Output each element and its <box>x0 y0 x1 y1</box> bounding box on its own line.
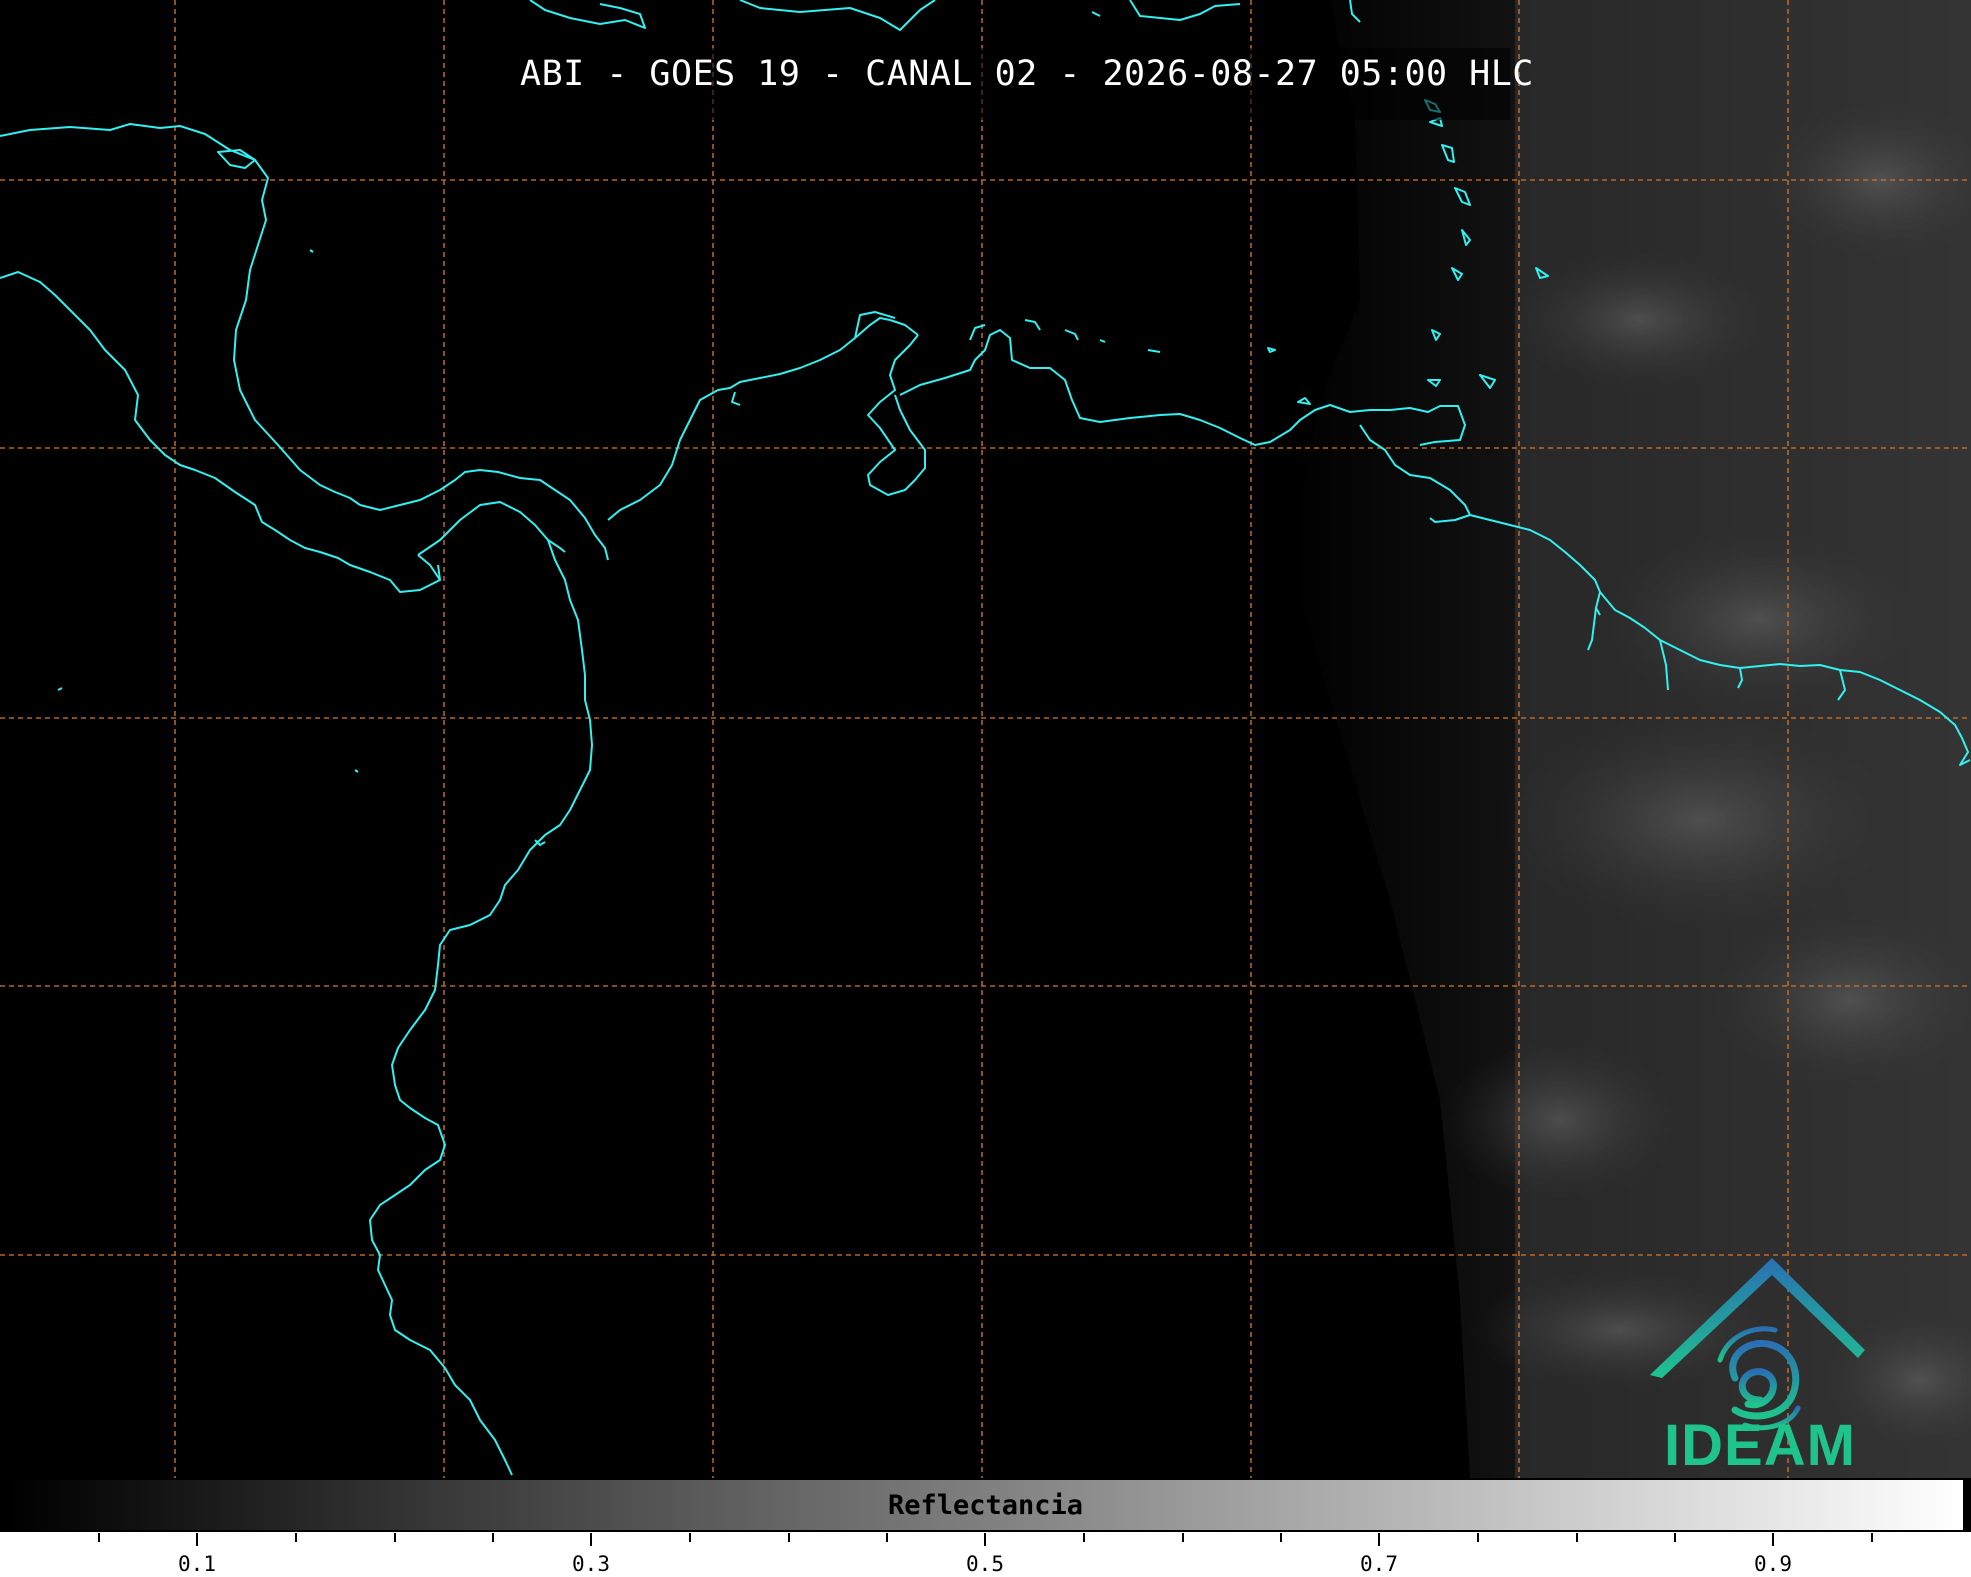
colorbar-minor-tick <box>1576 1533 1578 1542</box>
colorbar-minor-tick <box>1674 1533 1676 1542</box>
colorbar-label: Reflectancia <box>887 1490 1084 1521</box>
colorbar-minor-tick <box>1477 1533 1479 1542</box>
colorbar-minor-tick <box>1083 1533 1085 1542</box>
colorbar-major-tick <box>984 1533 986 1546</box>
colorbar-major-tick <box>590 1533 592 1546</box>
colorbar-major-tick <box>196 1533 198 1546</box>
colorbar-major-tick <box>1772 1533 1774 1546</box>
colorbar-tick-label: 0.9 <box>1754 1552 1792 1576</box>
colorbar-minor-tick <box>394 1533 396 1542</box>
colorbar-minor-tick <box>886 1533 888 1542</box>
map-title: ABI - GOES 19 - CANAL 02 - 2026-08-27 05… <box>520 54 1534 94</box>
colorbar-minor-tick <box>1280 1533 1282 1542</box>
colorbar-tick-label: 0.7 <box>1360 1552 1398 1576</box>
colorbar-major-tick <box>1378 1533 1380 1546</box>
colorbar-minor-tick <box>98 1533 100 1542</box>
colorbar-minor-tick <box>295 1533 297 1542</box>
colorbar-minor-tick <box>1871 1533 1873 1542</box>
colorbar-minor-tick <box>689 1533 691 1542</box>
colorbar-minor-tick <box>788 1533 790 1542</box>
roof-icon <box>1650 1258 1865 1378</box>
colorbar-tick-label: 0.3 <box>572 1552 610 1576</box>
colorbar-tick-label: 0.5 <box>966 1552 1004 1576</box>
colorbar-minor-tick <box>492 1533 494 1542</box>
ideam-logo-text: IDEAM <box>1664 1413 1856 1478</box>
colorbar-tick-label: 0.1 <box>178 1552 216 1576</box>
colorbar-minor-tick <box>1182 1533 1184 1542</box>
